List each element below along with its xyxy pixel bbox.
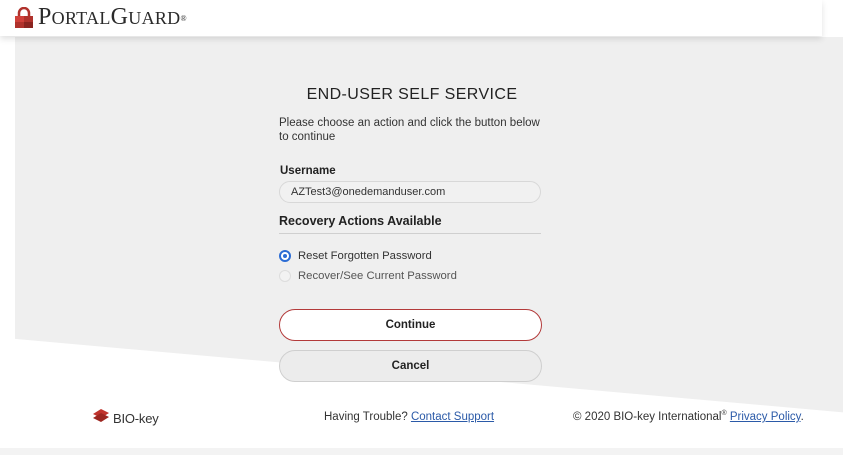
copyright-period: . bbox=[800, 410, 804, 423]
radio-disabled-icon bbox=[279, 270, 291, 282]
logo-word-ortal: ORTAL bbox=[51, 8, 111, 28]
padlock-icon bbox=[14, 6, 34, 29]
portalguard-logo: PORTALGUARD® bbox=[14, 5, 187, 30]
privacy-policy-link[interactable]: Privacy Policy bbox=[730, 411, 801, 423]
logo-letter-p: P bbox=[38, 4, 52, 30]
radio-checked-icon[interactable] bbox=[279, 250, 291, 262]
logo-letter-g: G bbox=[110, 4, 129, 30]
option-reset-password[interactable]: Reset Forgotten Password bbox=[279, 250, 432, 262]
username-label: Username bbox=[280, 165, 336, 177]
option-recover-password: Recover/See Current Password bbox=[279, 270, 457, 282]
page-title: END-USER SELF SERVICE bbox=[306, 86, 518, 103]
copyright-text: © 2020 BIO-key International® Privacy Po… bbox=[573, 410, 804, 423]
header-bar: PORTALGUARD® bbox=[0, 0, 822, 36]
trouble-text: Having Trouble? Contact Support bbox=[324, 411, 494, 423]
bottom-edge bbox=[0, 448, 843, 455]
logo-word-uard: UARD bbox=[128, 8, 181, 28]
instructions-text: Please choose an action and click the bu… bbox=[279, 117, 540, 143]
logo-text: PORTALGUARD® bbox=[38, 5, 187, 30]
copyright-label: © 2020 BIO-key International bbox=[573, 410, 722, 423]
username-field[interactable]: AZTest3@onedemanduser.com bbox=[279, 181, 541, 203]
self-service-panel: END-USER SELF SERVICE Please choose an a… bbox=[279, 86, 543, 382]
biokey-logo: BIO-key bbox=[92, 408, 159, 429]
cancel-button[interactable]: Cancel bbox=[279, 350, 542, 382]
biokey-logo-text: BIO-key bbox=[113, 411, 159, 426]
logo-registered-mark: ® bbox=[180, 14, 187, 23]
contact-support-link[interactable]: Contact Support bbox=[411, 411, 494, 423]
continue-button[interactable]: Continue bbox=[279, 309, 542, 341]
recovery-actions-heading: Recovery Actions Available bbox=[279, 214, 541, 234]
option-label: Reset Forgotten Password bbox=[298, 250, 432, 262]
copyright-registered-mark: ® bbox=[721, 410, 727, 417]
biokey-logo-icon bbox=[92, 408, 110, 429]
trouble-label: Having Trouble? bbox=[324, 411, 408, 423]
option-label: Recover/See Current Password bbox=[298, 270, 457, 282]
